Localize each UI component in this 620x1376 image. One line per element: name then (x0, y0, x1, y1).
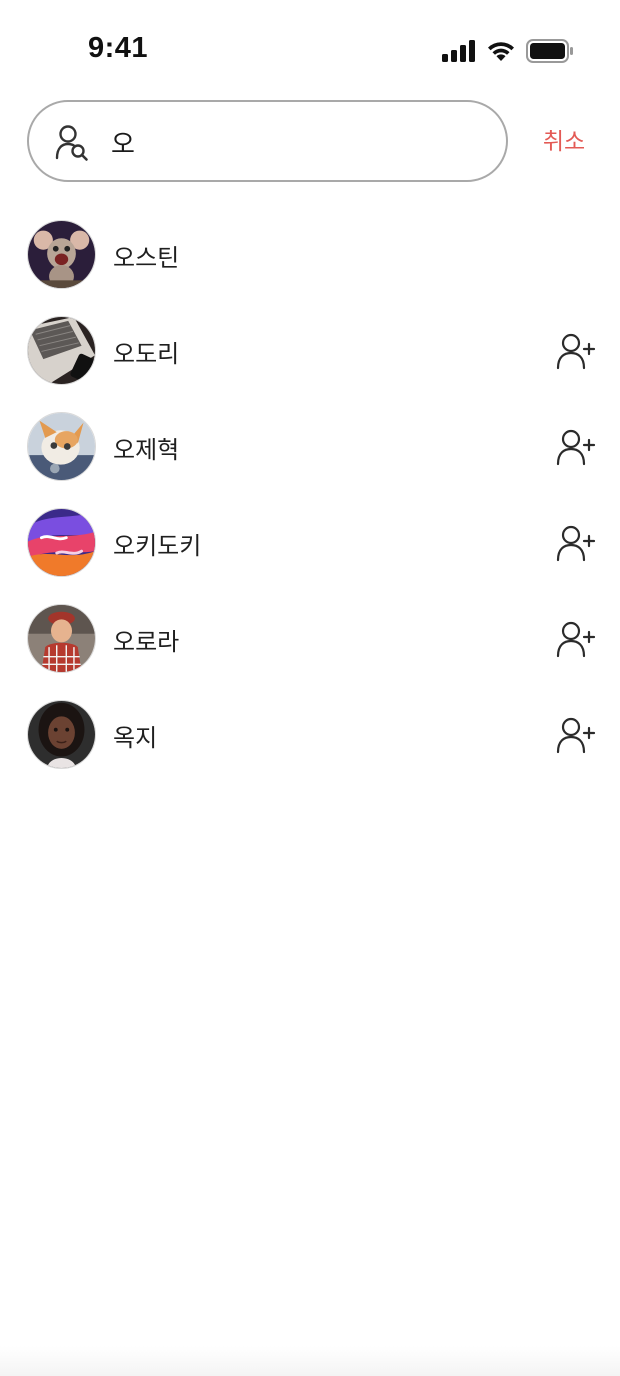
cellular-signal-icon (442, 40, 475, 62)
list-item[interactable]: 오로라 (0, 592, 620, 688)
wifi-icon (488, 42, 514, 61)
list-item[interactable]: 오스틴 (0, 208, 620, 304)
add-friend-button[interactable] (556, 428, 596, 466)
avatar (27, 604, 96, 673)
list-item-name: 옥지 (113, 724, 158, 752)
list-item[interactable]: 오제혁 (0, 400, 620, 496)
person-search-icon (55, 125, 88, 161)
list-item-name: 오스틴 (113, 244, 180, 272)
add-friend-button[interactable] (556, 332, 596, 370)
mouse-cartoon-avatar (28, 221, 95, 288)
list-item-name: 오도리 (113, 340, 180, 368)
avatar (27, 412, 96, 481)
list-item-name: 오로라 (113, 628, 180, 656)
search-results-list: 오스틴 오도리 오제혁 오키도키 오로라 옥지 (0, 208, 620, 784)
laptop-desk-avatar (28, 317, 95, 384)
add-friend-button[interactable] (556, 716, 596, 754)
list-item[interactable]: 옥지 (0, 688, 620, 784)
list-item[interactable]: 오키도키 (0, 496, 620, 592)
avatar (27, 220, 96, 289)
bottom-fade (0, 1346, 620, 1376)
status-time: 9:41 (88, 32, 149, 64)
abstract-paint-avatar (28, 509, 95, 576)
add-friend-button[interactable] (556, 620, 596, 658)
list-item-name: 오키도키 (113, 532, 202, 560)
avatar (27, 700, 96, 769)
battery-icon (526, 39, 573, 63)
list-item[interactable]: 오도리 (0, 304, 620, 400)
avatar (27, 316, 96, 385)
add-friend-button[interactable] (556, 524, 596, 562)
list-item-name: 오제혁 (113, 436, 180, 464)
status-icons (442, 38, 574, 64)
avatar (27, 508, 96, 577)
woman-portrait-avatar (28, 701, 95, 768)
cancel-button[interactable]: 취소 (532, 124, 596, 160)
status-bar: 9:41 (0, 0, 620, 100)
search-input[interactable] (111, 120, 481, 164)
search-row: 취소 (0, 100, 620, 182)
kitten-avatar (28, 413, 95, 480)
search-box[interactable] (27, 100, 508, 182)
child-cap-avatar (28, 605, 95, 672)
